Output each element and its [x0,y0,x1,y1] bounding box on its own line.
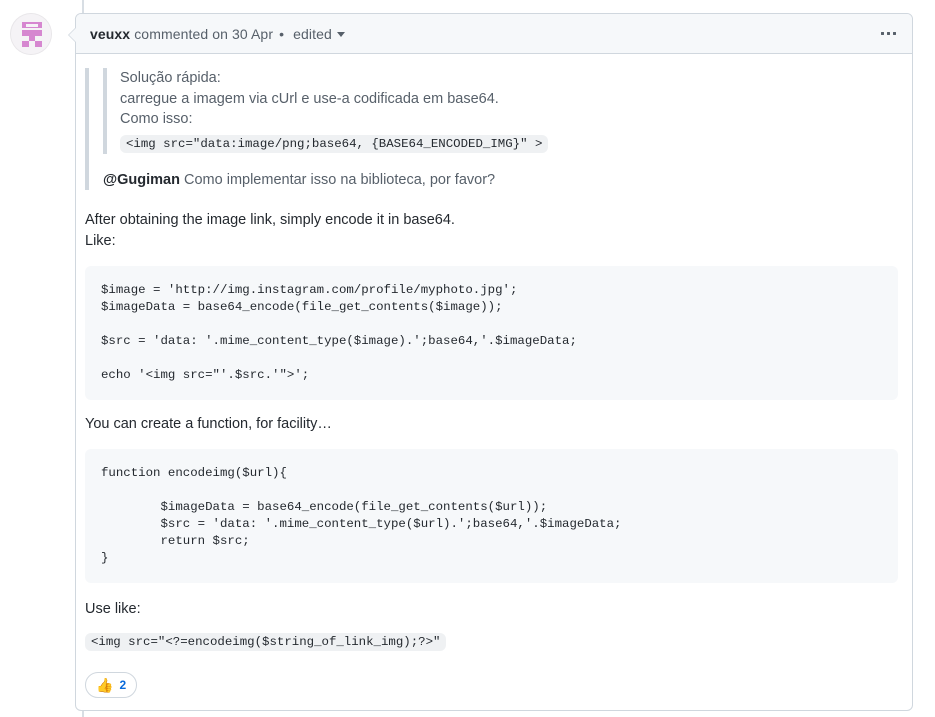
comment-byline: veuxx commented on 30 Apr • edited [90,26,345,42]
code-block-2: function encodeimg($url){ $imageData = b… [85,448,898,583]
byline-separator: • [279,25,285,42]
code-block-2-content: function encodeimg($url){ $imageData = b… [101,465,622,565]
reaction-count: 2 [119,677,127,692]
quote-code-row: <img src="data:image/png;base64, {BASE64… [120,132,898,154]
inline-code-2: <img src="<?=encodeimg($string_of_link_i… [85,632,447,651]
comment-author-link[interactable]: veuxx [90,26,130,42]
inline-code-row-2: <img src="<?=encodeimg($string_of_link_i… [85,628,898,654]
kebab-horizontal-icon[interactable] [879,28,898,39]
code-block-1: $image = 'http://img.instagram.com/profi… [85,265,898,400]
reaction-thumbs-up[interactable]: 👍 2 [85,671,138,698]
comment-action-text: commented on 30 Apr [134,25,274,42]
thumbs-up-icon: 👍 [96,676,114,693]
edited-label: edited [293,25,332,42]
code-block-1-content: $image = 'http://img.instagram.com/profi… [101,282,577,382]
quote-inline-code: <img src="data:image/png;base64, {BASE64… [120,134,549,153]
kebab-dot [881,32,884,35]
paragraph-1-line-1: After obtaining the image link, simply e… [85,211,455,228]
blockquote-inner: Solução rápida: carregue a imagem via cU… [103,68,898,154]
mention-trailing-text: Como implementar isso na biblioteca, por… [179,171,496,188]
quote-line-1: Solução rápida: [120,70,221,86]
kebab-dot [893,32,896,35]
comment-body: Solução rápida: carregue a imagem via cU… [76,54,912,710]
identicon-icon [11,14,51,54]
paragraph-2: You can create a function, for facility… [85,415,332,432]
quote-line-2: carregue a imagem via cUrl e use-a codif… [120,90,499,107]
paragraph-1-line-2: Like: [85,232,116,249]
comment-tail-fill [69,27,77,43]
blockquote-outer: Solução rápida: carregue a imagem via cU… [85,68,898,190]
reactions-bar: 👍 2 [85,671,898,698]
paragraph-3: Use like: [85,600,141,617]
avatar[interactable] [10,13,52,55]
comment-page: veuxx commented on 30 Apr • edited Soluç [0,0,935,717]
comment-header: veuxx commented on 30 Apr • edited [76,14,912,54]
comment-container: veuxx commented on 30 Apr • edited Soluç [68,13,913,711]
chevron-down-icon [336,32,345,37]
mention-link[interactable]: @Gugiman [103,172,180,188]
paragraph-1: After obtaining the image link, simply e… [85,210,898,252]
quote-line-3: Como isso: [120,111,193,127]
edited-dropdown[interactable]: edited [293,26,345,42]
kebab-dot [887,32,890,35]
quote-mention-line: @Gugiman Como implementar isso na biblio… [103,170,898,190]
